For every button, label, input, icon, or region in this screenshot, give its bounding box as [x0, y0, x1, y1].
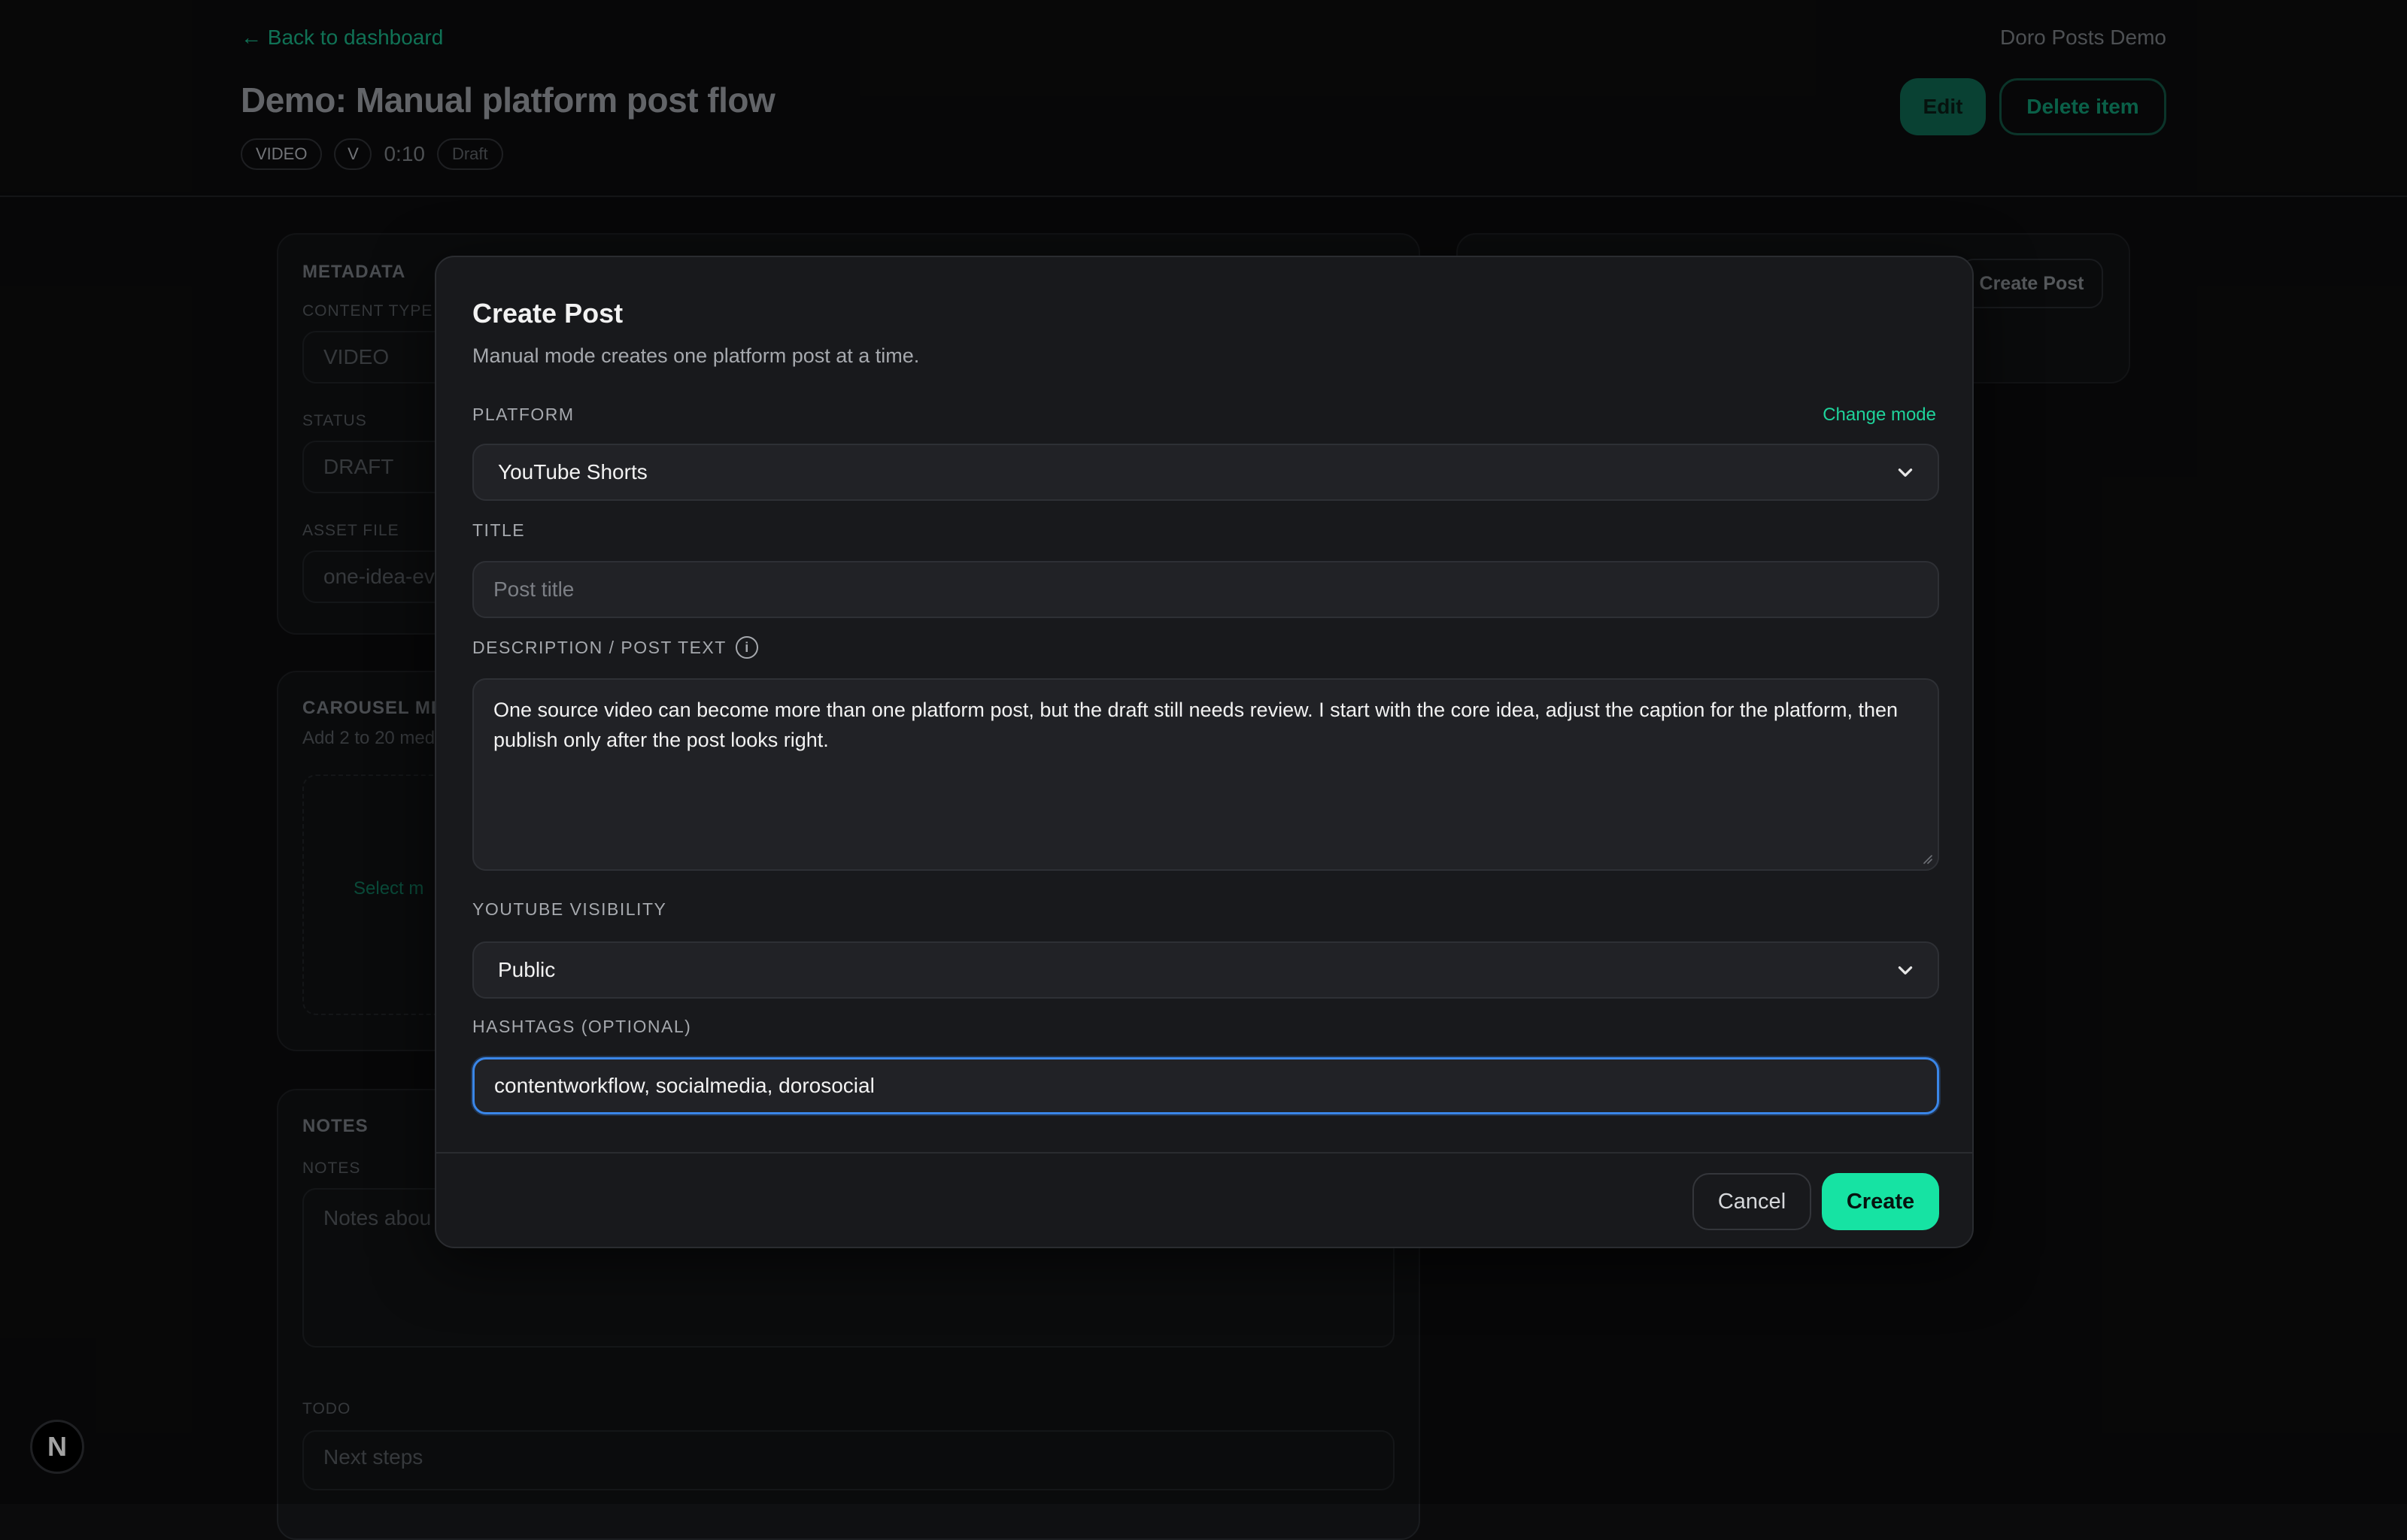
chevron-down-icon [1898, 468, 1913, 477]
chevron-down-icon [1898, 966, 1913, 975]
resize-handle-icon[interactable] [1921, 853, 1933, 865]
title-input[interactable]: Post title [472, 561, 1939, 618]
title-label: TITLE [472, 520, 525, 541]
platform-select-value: YouTube Shorts [498, 460, 648, 484]
youtube-visibility-select[interactable]: Public [472, 941, 1939, 999]
visibility-select-value: Public [498, 958, 556, 981]
description-textarea[interactable]: One source video can become more than on… [472, 678, 1939, 871]
hashtags-label: HASHTAGS (OPTIONAL) [472, 1017, 691, 1037]
description-text: One source video can become more than on… [493, 699, 1899, 751]
info-icon[interactable]: i [735, 636, 758, 659]
modal-footer-divider [436, 1152, 1972, 1153]
visibility-label: YOUTUBE VISIBILITY [472, 899, 666, 920]
platform-label: PLATFORM [472, 405, 575, 425]
visibility-label-text: YOUTUBE VISIBILITY [472, 899, 667, 919]
modal-subtitle: Manual mode creates one platform post at… [472, 344, 920, 367]
create-post-modal: Create Post Manual mode creates one plat… [435, 256, 1974, 1248]
hashtags-label-text: HASHTAGS (OPTIONAL) [472, 1017, 692, 1036]
platform-label-text: PLATFORM [472, 405, 575, 424]
description-label-text: DESCRIPTION / POST TEXT [472, 637, 727, 657]
title-label-text: TITLE [472, 520, 526, 540]
change-mode-link[interactable]: Change mode [1823, 405, 1936, 426]
description-label: DESCRIPTION / POST TEXT i [472, 636, 758, 659]
cancel-button[interactable]: Cancel [1692, 1173, 1811, 1230]
platform-select[interactable]: YouTube Shorts [472, 444, 1939, 501]
create-button[interactable]: Create [1822, 1173, 1939, 1230]
hashtags-input[interactable]: contentworkflow, socialmedia, dorosocial [472, 1057, 1939, 1114]
modal-title: Create Post [472, 298, 624, 329]
